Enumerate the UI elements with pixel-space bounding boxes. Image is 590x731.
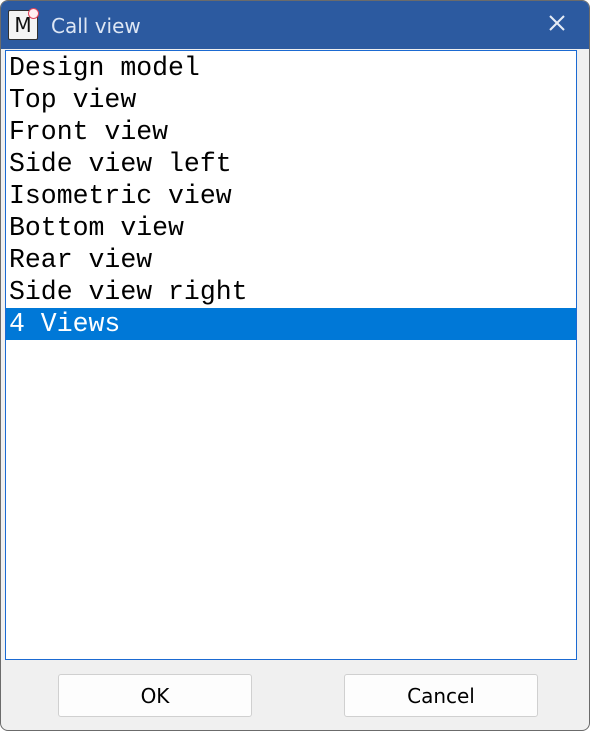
- list-item-isometric-view[interactable]: Isometric view: [6, 180, 576, 212]
- ok-button[interactable]: OK: [58, 674, 252, 717]
- cancel-button[interactable]: Cancel: [344, 674, 538, 717]
- call-view-dialog: M Call view Design model Top view Front …: [0, 0, 590, 731]
- list-item-design-model[interactable]: Design model: [6, 52, 576, 84]
- list-item-front-view[interactable]: Front view: [6, 116, 576, 148]
- list-item-rear-view[interactable]: Rear view: [6, 244, 576, 276]
- list-item-4-views[interactable]: 4 Views: [6, 308, 576, 340]
- icon-badge: [28, 8, 39, 19]
- close-icon: [549, 15, 565, 31]
- title-bar[interactable]: M Call view: [1, 1, 589, 49]
- list-item-top-view[interactable]: Top view: [6, 84, 576, 116]
- close-button[interactable]: [525, 1, 589, 45]
- view-list[interactable]: Design model Top view Front view Side vi…: [5, 50, 577, 660]
- list-item-side-view-right[interactable]: Side view right: [6, 276, 576, 308]
- window-title: Call view: [51, 14, 141, 38]
- app-m-icon: M: [8, 8, 39, 40]
- list-item-side-view-left[interactable]: Side view left: [6, 148, 576, 180]
- list-item-bottom-view[interactable]: Bottom view: [6, 212, 576, 244]
